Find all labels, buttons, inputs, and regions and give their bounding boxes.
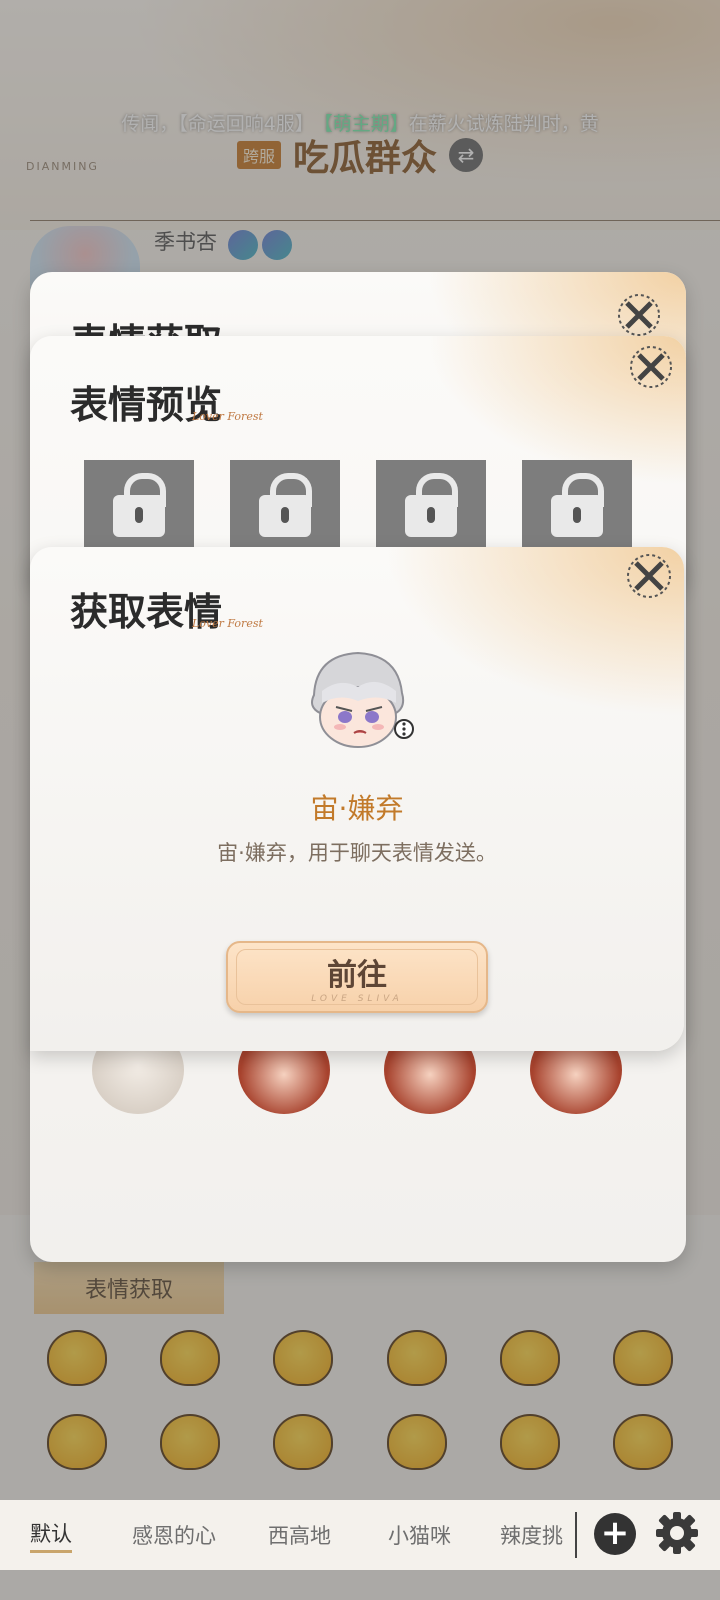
panel-script: Lover Forest <box>192 410 263 423</box>
tab-westie[interactable]: 西高地 <box>268 1520 331 1550</box>
lock-icon <box>551 473 604 537</box>
plus-circle-icon[interactable]: + <box>594 1513 636 1555</box>
tab-kitten[interactable]: 小猫咪 <box>388 1520 451 1550</box>
close-x-icon[interactable] <box>626 342 676 392</box>
close-x-icon[interactable] <box>614 290 664 340</box>
tab-divider <box>575 1512 577 1558</box>
close-x-icon[interactable] <box>624 551 674 601</box>
go-button[interactable]: 前往 LOVE SLIVA <box>226 941 488 1013</box>
lock-icon <box>259 473 312 537</box>
tab-default[interactable]: 默认 <box>30 1518 72 1553</box>
locked-emoji-cell[interactable] <box>522 460 632 560</box>
lock-icon <box>113 473 166 537</box>
emoji-preview-image <box>300 647 414 757</box>
go-button-sublabel: LOVE SLIVA <box>311 994 403 1004</box>
go-button-label: 前往 <box>327 958 387 993</box>
emoji-description: 宙·嫌弃，用于聊天表情发送。 <box>217 841 497 865</box>
gear-icon[interactable] <box>654 1510 700 1556</box>
tab-gratitude[interactable]: 感恩的心 <box>132 1520 216 1550</box>
locked-emoji-cell[interactable] <box>84 460 194 560</box>
dialog-script: Lover Forest <box>192 617 263 630</box>
get-emoji-dialog: 获取表情 Lover Forest 宙·嫌弃 宙·嫌弃，用于聊天表情发送。 前往… <box>30 547 684 1051</box>
emoji-name: 宙·嫌弃 <box>310 792 404 825</box>
tab-spicy[interactable]: 辣度挑 <box>500 1520 563 1550</box>
lock-icon <box>405 473 458 537</box>
locked-emoji-cell[interactable] <box>376 460 486 560</box>
locked-emoji-cell[interactable] <box>230 460 340 560</box>
